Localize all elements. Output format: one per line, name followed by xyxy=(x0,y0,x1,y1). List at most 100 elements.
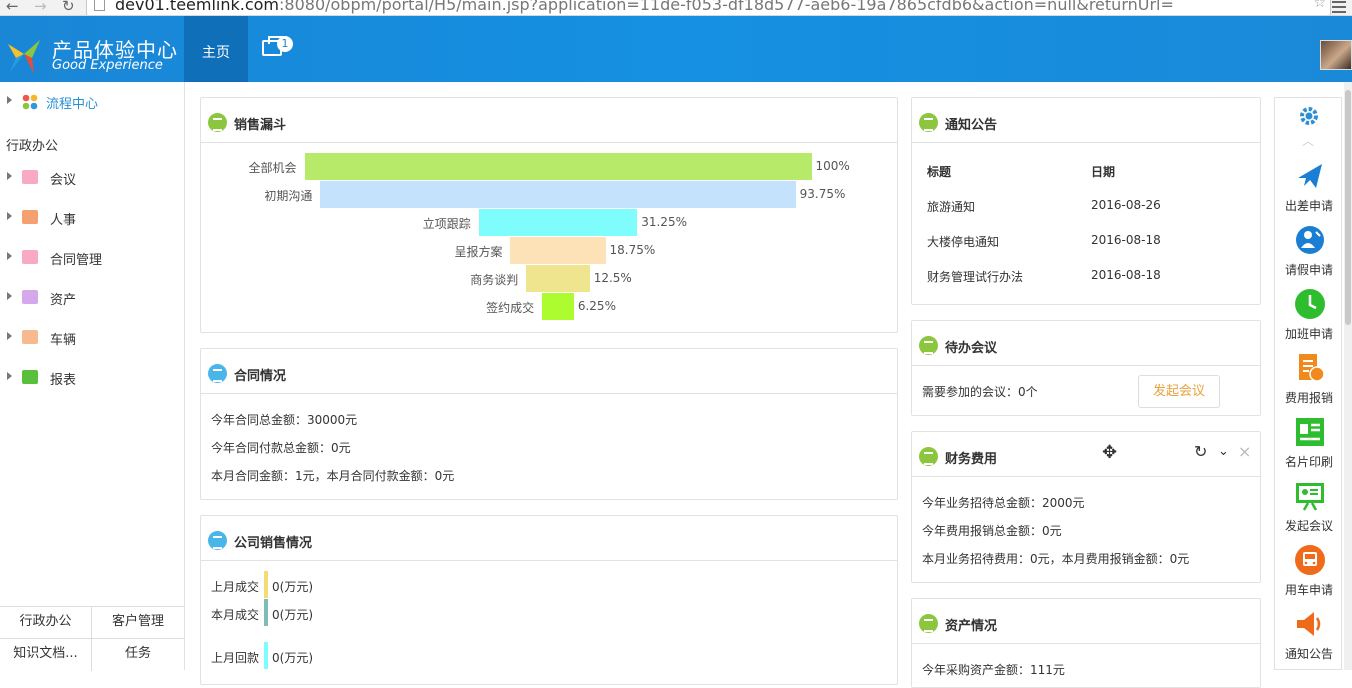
bookmark-star-icon[interactable]: ☆ xyxy=(1313,0,1326,11)
list-icon xyxy=(919,614,938,633)
sales-row-value: 0(万元) xyxy=(272,580,313,594)
expand-arrow-icon[interactable] xyxy=(7,372,12,380)
tab-home[interactable]: 主页 xyxy=(184,16,248,82)
funnel-stage-value: 18.75% xyxy=(609,243,656,257)
notice-title-link[interactable]: 旅游通知 xyxy=(927,198,975,215)
quick-label: 名片印刷 xyxy=(1284,455,1333,469)
expand-arrow-icon[interactable] xyxy=(7,332,12,340)
sidebar-item-contract[interactable]: 合同管理 xyxy=(0,238,185,278)
funnel-stage-bar[interactable] xyxy=(304,153,812,180)
scrollbar-thumb[interactable] xyxy=(1345,90,1351,325)
sidebar-item-label: 资产 xyxy=(50,293,77,308)
funnel-stage-bar[interactable] xyxy=(542,293,574,320)
expand-arrow-icon[interactable] xyxy=(7,292,12,300)
speaker-icon xyxy=(1297,612,1321,636)
panel-title: 资产情况 xyxy=(945,619,998,634)
tab-customer-management[interactable]: 客户管理 xyxy=(92,607,184,639)
chevron-up-icon[interactable]: ︿ xyxy=(1302,132,1314,149)
quick-travel-request[interactable]: 出差申请 xyxy=(1275,160,1343,224)
sidebar-item-assets[interactable]: 资产 xyxy=(0,278,185,318)
tab-admin-office[interactable]: 行政办公 xyxy=(0,607,92,639)
logo-subtitle: Good Experience xyxy=(52,58,163,73)
sidebar: 流程中心 行政办公 会议 人事 合同管理 资产 车辆 报表 行政办公 客户管理 … xyxy=(0,82,185,671)
funnel-stage-bar[interactable] xyxy=(478,209,638,236)
funnel-stage-value: 12.5% xyxy=(593,271,632,285)
notice-title-link[interactable]: 大楼停电通知 xyxy=(927,233,999,250)
notice-date: 2016-08-18 xyxy=(1091,268,1161,282)
panel-title: 销售漏斗 xyxy=(234,118,287,133)
user-leave-icon xyxy=(1296,226,1324,254)
list-icon xyxy=(919,336,938,355)
expand-arrow-icon[interactable] xyxy=(7,96,12,104)
funnel-stage-label: 立项跟踪 xyxy=(422,217,471,231)
sidebar-section-title: 行政办公 xyxy=(6,139,59,154)
tab-tasks[interactable]: 任务 xyxy=(92,639,184,671)
folder-icon xyxy=(22,170,38,184)
sidebar-bottom-tabs: 行政办公 客户管理 xyxy=(0,606,185,639)
panel-header: 公司销售情况 xyxy=(201,516,897,561)
close-icon[interactable]: × xyxy=(1238,442,1251,461)
tab-knowledge-docs[interactable]: 知识文档... xyxy=(0,639,92,671)
funnel-stage-value: 100% xyxy=(815,159,850,173)
folder-icon xyxy=(22,290,38,304)
message-count-badge: 1 xyxy=(277,36,293,52)
folder-icon xyxy=(22,330,38,344)
sidebar-item-meeting[interactable]: 会议 xyxy=(0,158,185,198)
funnel-stage-value: 31.25% xyxy=(641,215,687,229)
sidebar-item-vehicles[interactable]: 车辆 xyxy=(0,318,185,358)
news-icon xyxy=(919,113,938,132)
flow-center-icon xyxy=(22,94,38,110)
funnel-stage-bar[interactable] xyxy=(526,265,590,292)
panel-title: 待办会议 xyxy=(945,341,998,356)
quick-expense-claim[interactable]: 费用报销 xyxy=(1275,352,1343,416)
sales-row-label: 上月成交 xyxy=(211,580,260,594)
move-icon[interactable]: ✥ xyxy=(1102,442,1117,463)
refresh-icon[interactable]: ↻ xyxy=(1194,442,1207,461)
start-meeting-button[interactable]: 发起会议 xyxy=(1138,375,1220,408)
sales-funnel-panel: 销售漏斗 全部机会 100% 初期沟通 93.75% 立项跟踪 31.25% 呈报方案 18.… xyxy=(200,97,898,333)
funnel-stage-label: 签约成交 xyxy=(486,301,535,315)
sales-row-value: 0(万元) xyxy=(272,608,313,622)
back-arrow-icon[interactable]: ← xyxy=(6,0,19,15)
panel-header: 待办会议 xyxy=(912,321,1260,366)
sidebar-item-label: 会议 xyxy=(50,173,77,188)
panel-title: 合同情况 xyxy=(234,369,287,384)
funnel-stage-label: 全部机会 xyxy=(248,161,297,175)
sales-bar xyxy=(264,599,268,626)
quick-leave-request[interactable]: 请假申请 xyxy=(1275,224,1343,288)
sales-row-value: 0(万元) xyxy=(272,651,313,665)
contract-year-total: 今年合同总金额：30000元 xyxy=(211,413,358,427)
expand-arrow-icon[interactable] xyxy=(7,172,12,180)
address-bar[interactable]: dev01.teemlink.com:8080/obpm/portal/H5/m… xyxy=(86,0,1331,15)
sales-row-label: 上月回款 xyxy=(211,651,260,665)
forward-arrow-icon[interactable]: → xyxy=(34,0,47,15)
logo[interactable]: 产品体验中心 Good Experience xyxy=(0,16,184,82)
expand-arrow-icon[interactable] xyxy=(7,212,12,220)
sidebar-item-flow-center[interactable]: 流程中心 xyxy=(0,82,185,122)
collapse-icon[interactable]: ⌄ xyxy=(1218,444,1229,459)
panel-header: 通知公告 xyxy=(912,98,1260,143)
reload-icon[interactable]: ↻ xyxy=(62,0,75,15)
expand-arrow-icon[interactable] xyxy=(7,252,12,260)
avatar[interactable] xyxy=(1320,40,1352,70)
funnel-stage-bar[interactable] xyxy=(320,181,796,208)
contract-panel: 合同情况 今年合同总金额：30000元 今年合同付款总金额：0元 本月合同金额：… xyxy=(200,348,898,500)
gear-icon[interactable] xyxy=(1297,104,1321,128)
browser-menu-icon[interactable] xyxy=(1332,1,1346,13)
funnel-stage-bar[interactable] xyxy=(510,237,606,264)
quick-overtime-request[interactable]: 加班申请 xyxy=(1275,288,1343,352)
list-icon xyxy=(208,364,227,383)
quick-start-meeting[interactable]: 发起会议 xyxy=(1275,480,1343,544)
sidebar-item-hr[interactable]: 人事 xyxy=(0,198,185,238)
quick-actions-bar: ︿ 出差申请 请假申请 加班申请 费用报销 名片印刷 发起会议 用车申请 通知公… xyxy=(1274,97,1342,670)
sidebar-item-reports[interactable]: 报表 xyxy=(0,358,185,398)
list-icon xyxy=(208,531,227,550)
quick-label: 发起会议 xyxy=(1284,519,1333,533)
quick-card-printing[interactable]: 名片印刷 xyxy=(1275,416,1343,480)
notice-title-link[interactable]: 财务管理试行办法 xyxy=(927,268,1023,285)
finance-panel: 财务费用 ✥ ↻ ⌄ × 今年业务招待总金额：2000元 今年费用报销总金额：0… xyxy=(911,431,1261,583)
sales-row-label: 本月成交 xyxy=(211,608,260,622)
quick-vehicle-request[interactable]: 用车申请 xyxy=(1275,544,1343,608)
quick-notice[interactable]: 通知公告 xyxy=(1275,608,1343,672)
folder-icon xyxy=(22,250,38,264)
